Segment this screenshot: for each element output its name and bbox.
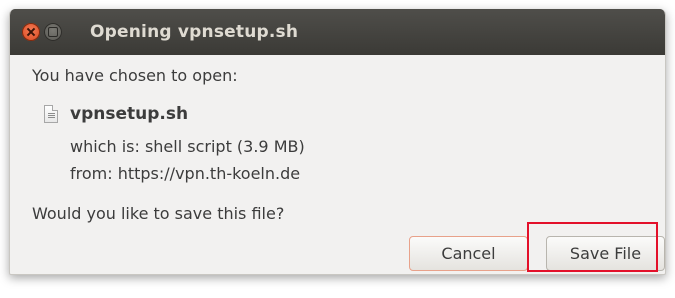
dialog-title: Opening vpnsetup.sh — [90, 22, 299, 42]
close-icon[interactable] — [22, 23, 40, 41]
file-type-text: which is: shell script (3.9 MB) — [70, 137, 305, 156]
file-name: vpnsetup.sh — [70, 104, 189, 124]
minimize-icon[interactable] — [44, 23, 62, 41]
dialog-titlebar: Opening vpnsetup.sh — [10, 9, 665, 55]
screenshot-canvas: Opening vpnsetup.sh You have chosen to o… — [0, 0, 675, 298]
save-question-text: Would you like to save this file? — [32, 204, 285, 223]
save-file-highlight-box — [527, 222, 658, 272]
intro-text: You have chosen to open: — [32, 66, 238, 85]
cancel-button[interactable]: Cancel — [409, 236, 528, 271]
shell-script-file-icon — [44, 105, 58, 123]
file-source-text: from: https://vpn.th-koeln.de — [70, 164, 301, 183]
